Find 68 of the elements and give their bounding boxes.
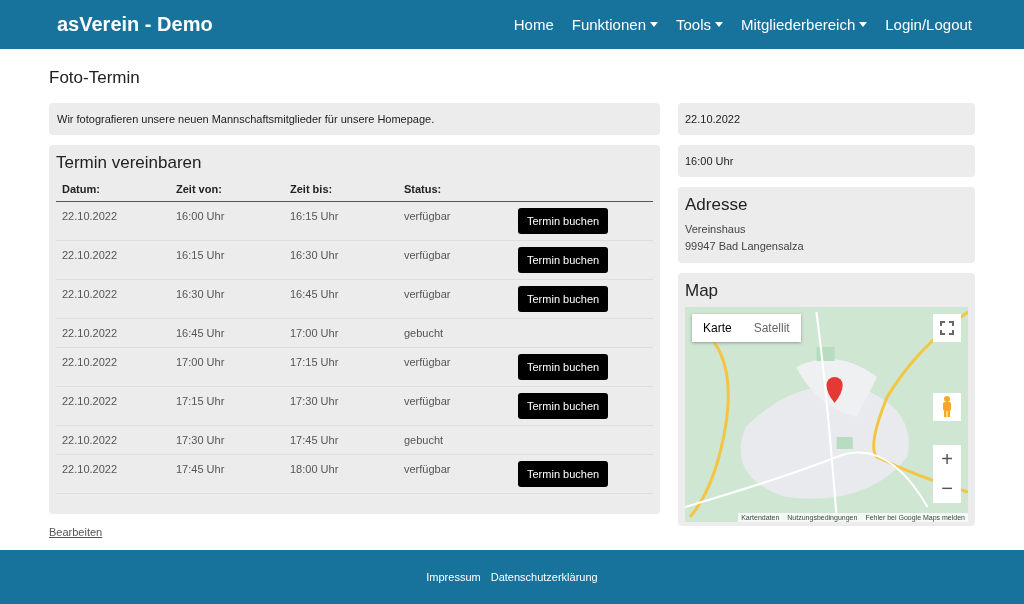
table-cell: 17:15 Uhr — [284, 347, 398, 387]
section-title: Map — [685, 281, 719, 301]
book-button[interactable]: Termin buchen — [518, 208, 609, 234]
table-cell: verfügbar — [398, 347, 512, 387]
column-header: Zeit bis: — [284, 177, 398, 202]
table-cell: 17:00 Uhr — [170, 347, 284, 387]
book-button[interactable]: Termin buchen — [518, 286, 609, 312]
column-header: Status: — [398, 177, 512, 202]
table-cell: 17:00 Uhr — [284, 318, 398, 348]
footer-link[interactable]: Datenschutzerklärung — [490, 571, 598, 583]
table-cell: 17:45 Uhr — [170, 454, 284, 494]
edit-link[interactable]: Bearbeiten — [49, 526, 103, 538]
column-header: Datum: — [56, 177, 170, 202]
book-button[interactable]: Termin buchen — [518, 461, 609, 487]
date-text: 22.10.2022 — [685, 113, 741, 125]
table-cell: 22.10.2022 — [56, 201, 170, 241]
table-cell: 16:15 Uhr — [284, 201, 398, 241]
footer-link[interactable]: Impressum — [426, 571, 481, 583]
table-cell: gebucht — [398, 425, 512, 455]
table-cell: 22.10.2022 — [56, 454, 170, 494]
description-text: Wir fotografieren unsere neuen Mannschaftsmitglieder für unsere Homepage. — [57, 113, 435, 125]
caret-icon — [859, 22, 868, 27]
table-cell: 22.10.2022 — [56, 386, 170, 426]
table-cell: gebucht — [398, 318, 512, 348]
table-cell: 22.10.2022 — [56, 425, 170, 455]
table-cell: 17:15 Uhr — [170, 386, 284, 426]
table-cell: 16:45 Uhr — [284, 279, 398, 319]
nav-link[interactable]: Home — [513, 16, 554, 33]
table-cell: 16:30 Uhr — [284, 240, 398, 280]
map-type-button[interactable]: Karte — [692, 314, 743, 342]
table-cell: verfügbar — [398, 454, 512, 494]
table-cell: verfügbar — [398, 201, 512, 241]
time-text: 16:00 Uhr — [685, 155, 734, 167]
table-cell: 22.10.2022 — [56, 347, 170, 387]
table-cell: 17:45 Uhr — [284, 425, 398, 455]
nav-link[interactable]: Mitgliederbereich — [741, 16, 868, 33]
section-title: Adresse — [685, 195, 748, 215]
nav-link[interactable]: Tools — [676, 16, 723, 33]
brand-link[interactable]: asVerein - Demo — [57, 13, 213, 36]
address-line: 99947 Bad Langensalza — [685, 239, 805, 254]
table-cell: 16:00 Uhr — [170, 201, 284, 241]
table-cell: verfügbar — [398, 240, 512, 280]
table-cell: 22.10.2022 — [56, 240, 170, 280]
caret-icon — [650, 22, 658, 27]
caret-icon — [715, 22, 723, 27]
table-cell: 17:30 Uhr — [170, 425, 284, 455]
section-title: Termin vereinbaren — [56, 153, 202, 173]
table-cell: 22.10.2022 — [56, 318, 170, 348]
nav-link[interactable]: Login/Logout — [885, 16, 972, 33]
pegman-icon — [941, 396, 953, 418]
table-cell: 17:30 Uhr — [284, 386, 398, 426]
table-cell: 18:00 Uhr — [284, 454, 398, 494]
address-line: Vereinshaus — [685, 222, 747, 237]
column-header: Zeit von: — [170, 177, 284, 202]
page-title: Foto-Termin — [49, 68, 140, 88]
book-button[interactable]: Termin buchen — [518, 354, 609, 380]
table-cell: 22.10.2022 — [56, 279, 170, 319]
fullscreen-icon — [940, 321, 954, 335]
book-button[interactable]: Termin buchen — [518, 393, 609, 419]
table-cell: 16:45 Uhr — [170, 318, 284, 348]
book-button[interactable]: Termin buchen — [518, 247, 609, 273]
table-cell: 16:30 Uhr — [170, 279, 284, 319]
map-type-button[interactable]: Satellit — [742, 314, 801, 342]
table-cell: verfügbar — [398, 386, 512, 426]
fullscreen-button[interactable] — [933, 314, 961, 342]
table-cell: verfügbar — [398, 279, 512, 319]
table-cell: 16:15 Uhr — [170, 240, 284, 280]
nav-link[interactable]: Funktionen — [571, 16, 658, 33]
